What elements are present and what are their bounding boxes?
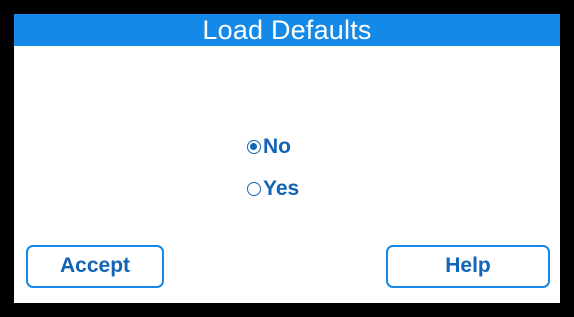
radio-selected-icon[interactable] — [247, 140, 261, 154]
accept-button[interactable]: Accept — [26, 245, 164, 288]
radio-unselected-icon[interactable] — [247, 182, 261, 196]
help-button[interactable]: Help — [386, 245, 550, 288]
dialog-screen: Load Defaults No Yes Accept Help — [14, 14, 560, 303]
option-yes-label: Yes — [263, 177, 300, 200]
option-no-label: No — [263, 135, 291, 158]
title-bar: Load Defaults — [14, 14, 560, 46]
option-no[interactable]: No — [247, 135, 291, 159]
option-yes[interactable]: Yes — [247, 177, 299, 201]
dialog-title: Load Defaults — [202, 15, 372, 45]
